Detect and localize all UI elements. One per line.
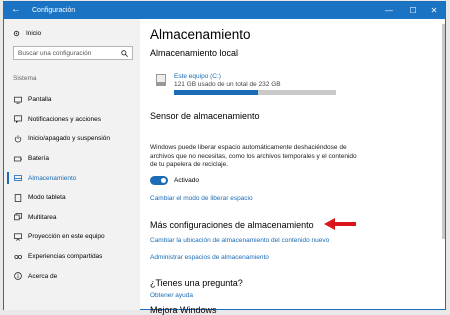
drive-usage-fill	[174, 90, 259, 95]
sidebar-section-label: Sistema	[13, 75, 37, 82]
search-placeholder: Buscar una configuración	[18, 50, 92, 57]
sidebar-item-label: Notificaciones y acciones	[28, 115, 101, 123]
drive-name[interactable]: Este equipo (C:)	[174, 73, 221, 80]
red-arrow-annotation	[324, 218, 356, 230]
sidebar-home-label: Inicio	[26, 30, 42, 37]
get-help-link[interactable]: Obtener ayuda	[150, 292, 193, 299]
manage-storage-spaces-link[interactable]: Administrar espacios de almacenamiento	[150, 254, 269, 261]
multitasking-icon	[14, 213, 22, 221]
storage-sense-toggle-row[interactable]: Activado	[150, 176, 199, 185]
change-free-space-link[interactable]: Cambiar el modo de liberar espacio	[150, 195, 253, 202]
display-icon	[14, 96, 22, 104]
projection-icon	[14, 233, 22, 241]
sidebar-item-label: Batería	[28, 155, 49, 163]
change-save-location-link[interactable]: Cambiar la ubicación de almacenamiento d…	[150, 237, 329, 244]
title-bar: ← Configuración — ☐ ✕	[4, 2, 445, 19]
battery-icon	[14, 156, 22, 161]
about-icon	[14, 272, 22, 280]
local-storage-heading: Almacenamiento local	[150, 48, 239, 58]
sidebar-item-multitarea[interactable]: Multitarea	[4, 208, 140, 228]
sidebar: Inicio Buscar una configuración Sistema …	[4, 19, 140, 310]
main-content: Almacenamiento Almacenamiento local Este…	[150, 19, 440, 315]
more-storage-settings-heading: Más configuraciones de almacenamiento	[150, 220, 314, 230]
toggle-state-label: Activado	[174, 177, 199, 184]
sidebar-item-experiencias[interactable]: Experiencias compartidas	[4, 247, 140, 267]
close-button[interactable]: ✕	[423, 2, 445, 19]
improve-windows-heading: Mejora Windows	[150, 305, 217, 315]
sidebar-item-inicio-apagado[interactable]: Inicio/apagado y suspensión	[4, 129, 140, 149]
power-icon	[14, 135, 22, 143]
drive-usage-bar	[174, 90, 336, 95]
sidebar-item-label: Modo tableta	[28, 194, 66, 202]
tablet-icon	[14, 193, 22, 202]
gear-icon	[13, 30, 20, 37]
notifications-icon	[14, 115, 22, 124]
storage-sense-toggle[interactable]	[150, 176, 168, 185]
search-icon	[121, 50, 128, 57]
question-heading: ¿Tienes una pregunta?	[150, 278, 243, 288]
minimize-button[interactable]: —	[378, 2, 400, 19]
sidebar-item-label: Proyección en este equipo	[28, 233, 105, 241]
drive-usage: 121 GB usado de un total de 232 GB	[174, 81, 281, 88]
sidebar-item-proyeccion[interactable]: Proyección en este equipo	[4, 227, 140, 247]
sidebar-item-label: Pantalla	[28, 96, 52, 104]
storage-icon	[14, 175, 22, 181]
search-input[interactable]: Buscar una configuración	[13, 46, 133, 60]
sidebar-item-label: Inicio/apagado y suspensión	[28, 135, 111, 143]
storage-sense-description: Windows puede liberar espacio automática…	[150, 144, 357, 168]
sidebar-item-almacenamiento[interactable]: Almacenamiento	[4, 168, 140, 188]
sidebar-item-label: Experiencias compartidas	[28, 253, 103, 261]
sidebar-item-modo-tableta[interactable]: Modo tableta	[4, 188, 140, 208]
sidebar-item-label: Acerca de	[28, 272, 58, 280]
sidebar-item-label: Multitarea	[28, 213, 57, 221]
shared-icon	[14, 254, 22, 259]
sidebar-item-notificaciones[interactable]: Notificaciones y acciones	[4, 110, 140, 130]
scrollbar[interactable]	[442, 24, 445, 239]
sidebar-item-pantalla[interactable]: Pantalla	[4, 90, 140, 110]
drive-icon	[156, 74, 166, 86]
maximize-button[interactable]: ☐	[402, 2, 424, 19]
sidebar-item-label: Almacenamiento	[28, 174, 77, 182]
sidebar-item-bateria[interactable]: Batería	[4, 149, 140, 169]
sidebar-item-home[interactable]: Inicio	[13, 30, 41, 37]
sidebar-item-acerca-de[interactable]: Acerca de	[4, 266, 140, 286]
back-button[interactable]: ←	[11, 4, 21, 16]
sidebar-nav: Pantalla Notificaciones y acciones Inici…	[4, 90, 140, 286]
settings-window: ← Configuración — ☐ ✕ Inicio Buscar una …	[3, 1, 446, 315]
window-title: Configuración	[32, 7, 76, 14]
storage-sense-heading: Sensor de almacenamiento	[150, 111, 260, 121]
page-title: Almacenamiento	[150, 27, 251, 42]
